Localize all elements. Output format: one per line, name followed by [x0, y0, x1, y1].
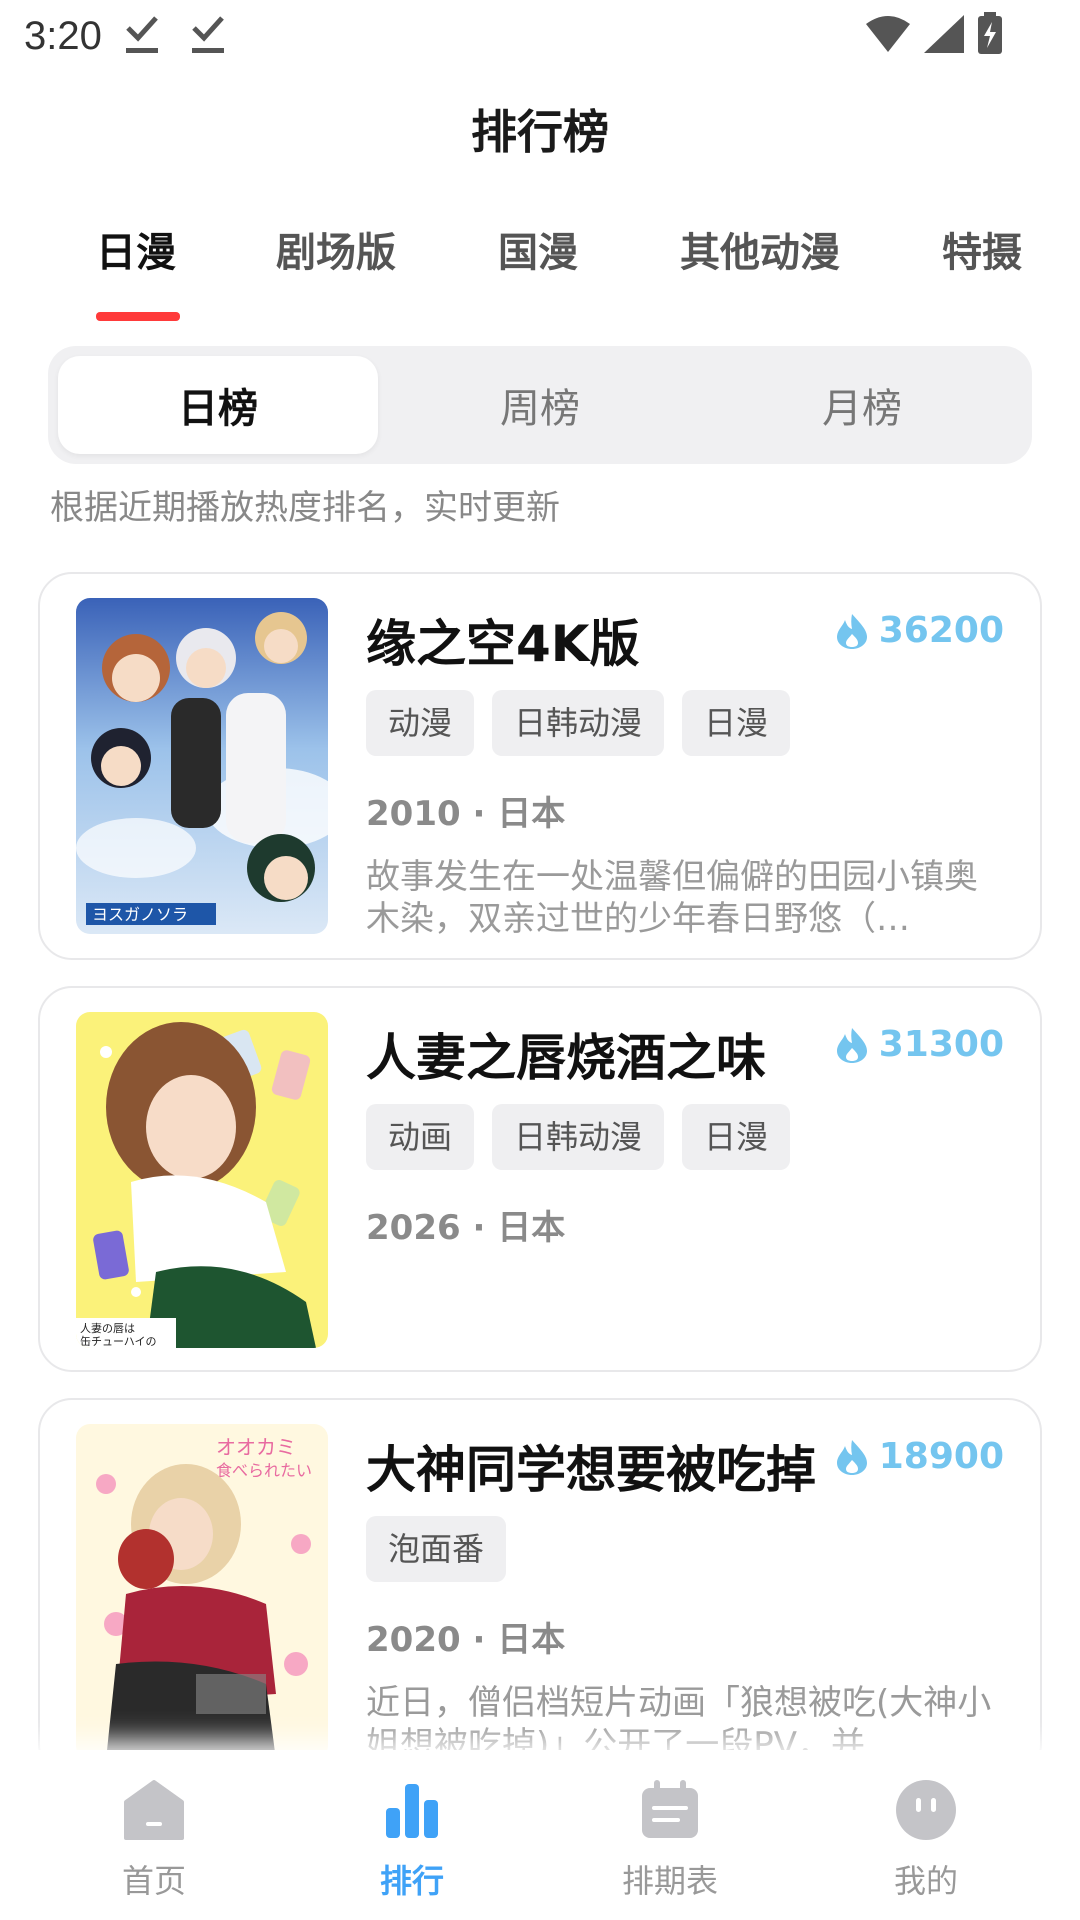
item-meta: 2020 · 日本: [366, 1620, 566, 1660]
page-title: 排行榜: [471, 105, 609, 159]
heat-value: 31300: [878, 1024, 1004, 1065]
nav-label: 排期表: [621, 1862, 718, 1900]
heat-value: 18900: [878, 1436, 1004, 1477]
battery-charging-icon: [978, 12, 1002, 54]
home-icon: [124, 1780, 184, 1840]
svg-text:人妻の唇は: 人妻の唇は: [80, 1322, 135, 1335]
ranking-card[interactable]: ヨスガノソラ 缘之空4K版 36200 动漫 日韩动漫 日漫 2010 · 日本…: [38, 572, 1042, 960]
period-daily[interactable]: 日榜: [58, 356, 378, 454]
tag-list: 泡面番: [366, 1516, 507, 1582]
status-time: 3:20: [24, 14, 102, 58]
item-title: 缘之空4K版: [366, 615, 640, 673]
item-title: 大神同学想要被吃掉: [366, 1441, 816, 1499]
period-weekly[interactable]: 周榜: [380, 356, 700, 454]
tag[interactable]: 日漫: [682, 690, 791, 756]
flame-icon: [836, 1439, 867, 1475]
tab-guoman[interactable]: 国漫: [498, 220, 578, 278]
period-segmented-control: 日榜 周榜 月榜: [48, 346, 1032, 464]
ranking-hint: 根据近期播放热度排名，实时更新: [50, 488, 560, 528]
tag[interactable]: 日韩动漫: [492, 690, 665, 756]
wifi-icon: [866, 16, 910, 52]
cover-image: オオカミ 食べられたい: [76, 1424, 328, 1760]
cover-image: ヨスガノソラ: [76, 598, 328, 934]
category-tabs: 日漫 剧场版 国漫 其他动漫 特摄: [0, 220, 1080, 320]
download-done-icon: [192, 16, 224, 53]
ranking-card[interactable]: 人妻の唇は 缶チューハイの 人妻之唇烧酒之味 31300 动画 日韩动漫 日漫 …: [38, 986, 1042, 1372]
nav-schedule[interactable]: 排期表: [570, 1778, 770, 1902]
tag[interactable]: 日韩动漫: [492, 1104, 665, 1170]
nav-home[interactable]: 首页: [54, 1778, 254, 1902]
cover-image: 人妻の唇は 缶チューハイの: [76, 1012, 328, 1348]
heat-value: 36200: [878, 610, 1004, 651]
ranking-card[interactable]: オオカミ 食べられたい 大神同学想要被吃掉 18900 泡面番 2020 · 日…: [38, 1398, 1042, 1778]
tag[interactable]: 动漫: [366, 690, 475, 756]
period-monthly[interactable]: 月榜: [702, 356, 1022, 454]
cell-signal-icon: [924, 15, 964, 53]
status-bar: 3:20: [0, 0, 1080, 72]
nav-profile[interactable]: 我的: [826, 1778, 1026, 1902]
bar-chart-icon: [386, 1784, 438, 1838]
tab-theatrical[interactable]: 剧场版: [276, 220, 396, 278]
download-done-icon: [126, 16, 158, 53]
svg-text:オオカミ: オオカミ: [216, 1435, 296, 1459]
bottom-navigation: 首页 排行 排期表 我的: [0, 1750, 1080, 1920]
flame-icon: [836, 1027, 867, 1063]
calendar-icon: [642, 1780, 698, 1838]
flame-icon: [836, 613, 867, 649]
tab-tokusatsu[interactable]: 特摄: [942, 220, 1022, 278]
tab-other-anime[interactable]: 其他动漫: [680, 220, 840, 278]
item-title: 人妻之唇烧酒之味: [366, 1029, 766, 1087]
nav-label: 首页: [121, 1862, 186, 1900]
nav-ranking[interactable]: 排行: [312, 1778, 512, 1902]
tag-list: 动漫 日韩动漫 日漫: [366, 690, 791, 756]
item-meta: 2010 · 日本: [366, 794, 566, 834]
item-description: 故事发生在一处温馨但偏僻的田园小镇奥木染，双亲过世的少年春日野悠（…: [366, 857, 978, 939]
svg-text:缶チューハイの: 缶チューハイの: [80, 1334, 157, 1348]
nav-label: 排行: [379, 1862, 444, 1900]
tag-list: 动画 日韩动漫 日漫: [366, 1104, 791, 1170]
nav-label: 我的: [893, 1862, 958, 1900]
tag[interactable]: 动画: [366, 1104, 475, 1170]
item-meta: 2026 · 日本: [366, 1208, 566, 1248]
active-tab-indicator: [96, 312, 180, 321]
heat-score: 31300: [835, 1024, 1004, 1065]
tag[interactable]: 泡面番: [366, 1516, 507, 1582]
heat-score: 18900: [835, 1436, 1004, 1477]
tab-rimàn[interactable]: 日漫: [96, 220, 176, 278]
svg-text:ヨスガノソラ: ヨスガノソラ: [92, 905, 188, 924]
tag[interactable]: 日漫: [682, 1104, 791, 1170]
heat-score: 36200: [835, 610, 1004, 651]
profile-icon: [896, 1780, 956, 1840]
svg-text:食べられたい: 食べられたい: [216, 1461, 312, 1480]
